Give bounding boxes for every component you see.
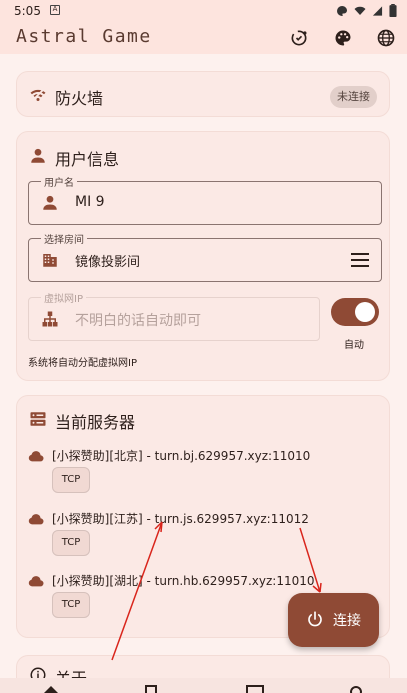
- room-select-label: 选择房间: [41, 231, 87, 246]
- server-list-icon[interactable]: [246, 683, 264, 693]
- server-item[interactable]: [小探赞助][江苏] - turn.js.629957.xyz:11012 TC…: [28, 510, 378, 570]
- username-field[interactable]: 用户名 MI 9: [28, 174, 382, 225]
- cloud-icon: [28, 514, 44, 525]
- building-icon: [43, 254, 57, 267]
- home-icon[interactable]: [42, 683, 60, 693]
- username-label: 用户名: [41, 174, 77, 189]
- globe-icon[interactable]: [376, 28, 396, 48]
- palette-icon: [337, 5, 347, 16]
- firewall-card[interactable]: 防火墙 未连接: [16, 71, 390, 117]
- server-name: [小探赞助][湖北] - turn.hb.629957.xyz:11010: [52, 574, 315, 588]
- virtual-ip-placeholder: 不明白的话自动即可: [75, 313, 201, 329]
- server-card-title: 当前服务器: [55, 413, 136, 432]
- notification-icon: A: [50, 5, 60, 15]
- protocol-chip: TCP: [52, 530, 90, 556]
- virtual-ip-field[interactable]: 虚拟网IP 不明白的话自动即可: [28, 290, 320, 341]
- app-title: Astral Game: [16, 26, 152, 47]
- connection-status-badge: 未连接: [330, 86, 377, 108]
- network-tree-icon: [42, 311, 58, 327]
- signal-icon: [372, 5, 383, 16]
- firewall-title: 防火墙: [55, 89, 104, 108]
- room-select-field[interactable]: 选择房间 镜像投影间: [28, 231, 382, 282]
- battery-icon: [389, 4, 397, 17]
- app-bar: Astral Game: [0, 24, 407, 54]
- wifi-off-icon: [30, 88, 46, 102]
- status-bar: 5:05 A: [0, 0, 407, 24]
- connect-button[interactable]: 连接: [288, 593, 379, 647]
- person-icon: [43, 195, 57, 210]
- room-icon[interactable]: [145, 683, 163, 693]
- menu-icon[interactable]: [351, 253, 369, 267]
- user-info-card: 用户信息 用户名 MI 9 选择房间 镜像投影间 虚拟网IP 不明白的话自动即可: [16, 131, 390, 381]
- cloud-icon: [28, 576, 44, 587]
- server-name: [小探赞助][北京] - turn.bj.629957.xyz:11010: [52, 449, 311, 463]
- user-info-title: 用户信息: [55, 150, 120, 169]
- server-icon: [30, 412, 46, 426]
- server-name: [小探赞助][江苏] - turn.js.629957.xyz:11012: [52, 512, 309, 526]
- cloud-icon: [28, 451, 44, 462]
- protocol-chip: TCP: [52, 467, 90, 493]
- status-icons: [336, 4, 397, 17]
- power-icon: [308, 611, 322, 627]
- palette-icon[interactable]: [333, 28, 353, 48]
- network-check-icon[interactable]: [289, 28, 309, 48]
- toggle-knob: [355, 302, 375, 322]
- room-select-value: 镜像投影间: [75, 255, 141, 270]
- connect-label: 连接: [333, 613, 361, 629]
- server-item[interactable]: [小探赞助][北京] - turn.bj.629957.xyz:11010 TC…: [28, 447, 378, 507]
- bottom-nav: [0, 678, 407, 693]
- settings-icon[interactable]: [347, 683, 365, 693]
- protocol-chip: TCP: [52, 592, 90, 618]
- auto-toggle-label: 自动: [344, 340, 364, 351]
- status-time: 5:05: [14, 4, 41, 18]
- username-value: MI 9: [75, 194, 105, 210]
- auto-ip-toggle[interactable]: [331, 298, 379, 326]
- virtual-ip-hint: 系统将自动分配虚拟网IP: [28, 358, 137, 369]
- person-icon: [31, 148, 45, 163]
- virtual-ip-label: 虚拟网IP: [41, 290, 86, 305]
- wifi-icon: [354, 6, 366, 15]
